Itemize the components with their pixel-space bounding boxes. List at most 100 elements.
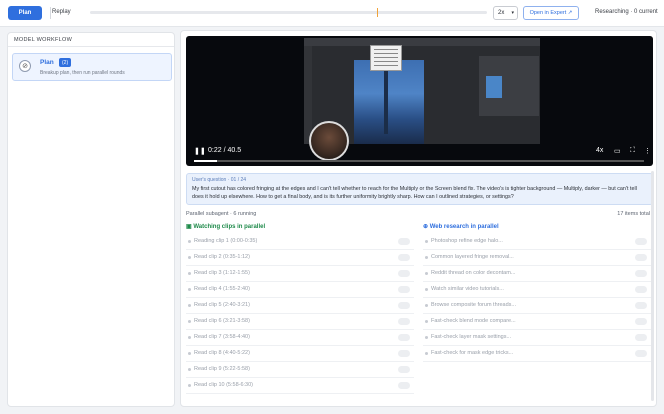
video-progress-fill — [194, 160, 217, 162]
frame-tower — [384, 64, 388, 134]
frame-toolbar — [304, 38, 540, 46]
list-item-label: Photoshop refine edge halo... — [431, 238, 503, 244]
list-item[interactable]: Read clip 4 (1:55-2:40) — [186, 282, 414, 298]
panel-header: MODEL WORKFLOW — [8, 33, 174, 47]
video-progress[interactable] — [194, 160, 644, 162]
web-column-title: ⊕ Web research in parallel — [423, 223, 651, 234]
status-pill — [635, 254, 647, 261]
list-item-label: Fast-check layer mask settings... — [431, 334, 512, 340]
status-dot-icon — [188, 320, 191, 323]
list-item[interactable]: Read clip 2 (0:35-1:12) — [186, 250, 414, 266]
timeline-track[interactable] — [90, 8, 487, 17]
video-controls: ❚❚ 0:22 / 40.5 4x ▭ ⛶ ⋮ — [186, 139, 653, 166]
pause-icon[interactable]: ❚❚ — [194, 147, 206, 155]
list-item-label: Fast-check for mask edge tricks... — [431, 350, 514, 356]
status-pill — [398, 350, 410, 357]
list-item-label: Read clip 4 (1:55-2:40) — [194, 286, 250, 292]
plan-button[interactable]: Plan — [8, 6, 42, 20]
list-item[interactable]: Read clip 6 (3:21-3:58) — [186, 314, 414, 330]
status-dot-icon — [425, 336, 428, 339]
list-item[interactable]: Common layered fringe removal... — [423, 250, 651, 266]
list-item-label: Watch similar video tutorials... — [431, 286, 504, 292]
status-pill — [398, 238, 410, 245]
list-item-label: Common layered fringe removal... — [431, 254, 514, 260]
status-pill — [398, 270, 410, 277]
list-item-label: Read clip 8 (4:40-5:22) — [194, 350, 250, 356]
status-dot-icon — [188, 304, 191, 307]
status-pill — [635, 270, 647, 277]
clips-column: ▣ Watching clips in parallel Reading cli… — [186, 223, 414, 394]
more-icon[interactable]: ⋮ — [644, 147, 651, 155]
list-item-label: Read clip 2 (0:35-1:12) — [194, 254, 250, 260]
list-item[interactable]: Read clip 9 (5:22-5:58) — [186, 362, 414, 378]
status-pill — [635, 350, 647, 357]
list-item[interactable]: Read clip 3 (1:12-1:55) — [186, 266, 414, 282]
web-title-text: Web research in parallel — [429, 224, 499, 230]
status-dot-icon — [188, 288, 191, 291]
status-pill — [635, 286, 647, 293]
scrollbar[interactable] — [651, 171, 654, 401]
workflow-item-plan[interactable]: ⊘ Plan (2) Breakup plan, then run parall… — [12, 53, 172, 81]
list-item[interactable]: Read clip 8 (4:40-5:22) — [186, 346, 414, 362]
volume-label[interactable]: 4x — [596, 147, 603, 154]
list-item[interactable]: Reading clip 1 (0:00-0:35) — [186, 234, 414, 250]
list-item[interactable]: Read clip 7 (3:58-4:40) — [186, 330, 414, 346]
speed-select[interactable]: 2x ▾ — [493, 6, 518, 20]
open-in-expert-button[interactable]: Open in Expert ↗ — [523, 6, 579, 20]
list-item[interactable]: Read clip 5 (2:40-3:21) — [186, 298, 414, 314]
globe-icon: ⊕ — [423, 224, 430, 230]
list-item-label: Read clip 6 (3:21-3:58) — [194, 318, 250, 324]
web-column: ⊕ Web research in parallel Photoshop ref… — [423, 223, 651, 362]
status-dot-icon — [188, 384, 191, 387]
list-item-label: Browse composite forum threads... — [431, 302, 516, 308]
workflow-item-badge: (2) — [59, 58, 72, 67]
list-item-label: Fast-check blend mode compare... — [431, 318, 516, 324]
status-pill — [635, 334, 647, 341]
status-pill — [398, 334, 410, 341]
status-dot-icon — [188, 352, 191, 355]
list-item[interactable]: Browse composite forum threads... — [423, 298, 651, 314]
status-dot-icon — [188, 336, 191, 339]
list-item[interactable]: Fast-check blend mode compare... — [423, 314, 651, 330]
status-pill — [635, 318, 647, 325]
status-dot-icon — [425, 352, 428, 355]
list-item[interactable]: Fast-check for mask edge tricks... — [423, 346, 651, 362]
list-item-label: Reddit thread on color decontam... — [431, 270, 516, 276]
list-item-label: Read clip 7 (3:58-4:40) — [194, 334, 250, 340]
fullscreen-icon[interactable]: ⛶ — [630, 147, 635, 155]
speed-value: 2x — [498, 10, 505, 16]
status-text: Researching · 0 current — [595, 9, 658, 15]
video-player[interactable]: ❚❚ 0:22 / 40.5 4x ▭ ⛶ ⋮ — [186, 36, 653, 166]
timeline-marker[interactable] — [377, 8, 378, 17]
user-question-card: User's question · 01 / 24 My first cutou… — [186, 173, 653, 205]
clips-column-title: ▣ Watching clips in parallel — [186, 223, 414, 234]
list-item-label: Reading clip 1 (0:00-0:35) — [194, 238, 258, 244]
compass-icon: ⊘ — [19, 60, 31, 72]
subagents-header: Parallel subagent · 6 running — [186, 211, 257, 217]
status-dot-icon — [425, 240, 428, 243]
status-pill — [635, 302, 647, 309]
workflow-item-subtitle: Breakup plan, then run parallel rounds — [40, 70, 125, 76]
status-dot-icon — [188, 272, 191, 275]
frame-menu — [370, 45, 402, 71]
clips-title-text: Watching clips in parallel — [193, 224, 266, 230]
status-pill — [635, 238, 647, 245]
status-pill — [398, 382, 410, 389]
list-item-label: Read clip 5 (2:40-3:21) — [194, 302, 250, 308]
list-item[interactable]: Watch similar video tutorials... — [423, 282, 651, 298]
status-pill — [398, 318, 410, 325]
list-item[interactable]: Read clip 10 (5:58-6:30) — [186, 378, 414, 394]
status-dot-icon — [425, 304, 428, 307]
status-dot-icon — [188, 368, 191, 371]
status-pill — [398, 254, 410, 261]
list-item[interactable]: Photoshop refine edge halo... — [423, 234, 651, 250]
list-item[interactable]: Reddit thread on color decontam... — [423, 266, 651, 282]
chevron-down-icon: ▾ — [511, 10, 514, 16]
captions-icon[interactable]: ▭ — [614, 147, 621, 155]
status-pill — [398, 302, 410, 309]
subagents-count: 17 items total — [617, 211, 650, 217]
status-dot-icon — [188, 256, 191, 259]
list-item[interactable]: Fast-check layer mask settings... — [423, 330, 651, 346]
status-pill — [398, 366, 410, 373]
status-dot-icon — [425, 256, 428, 259]
